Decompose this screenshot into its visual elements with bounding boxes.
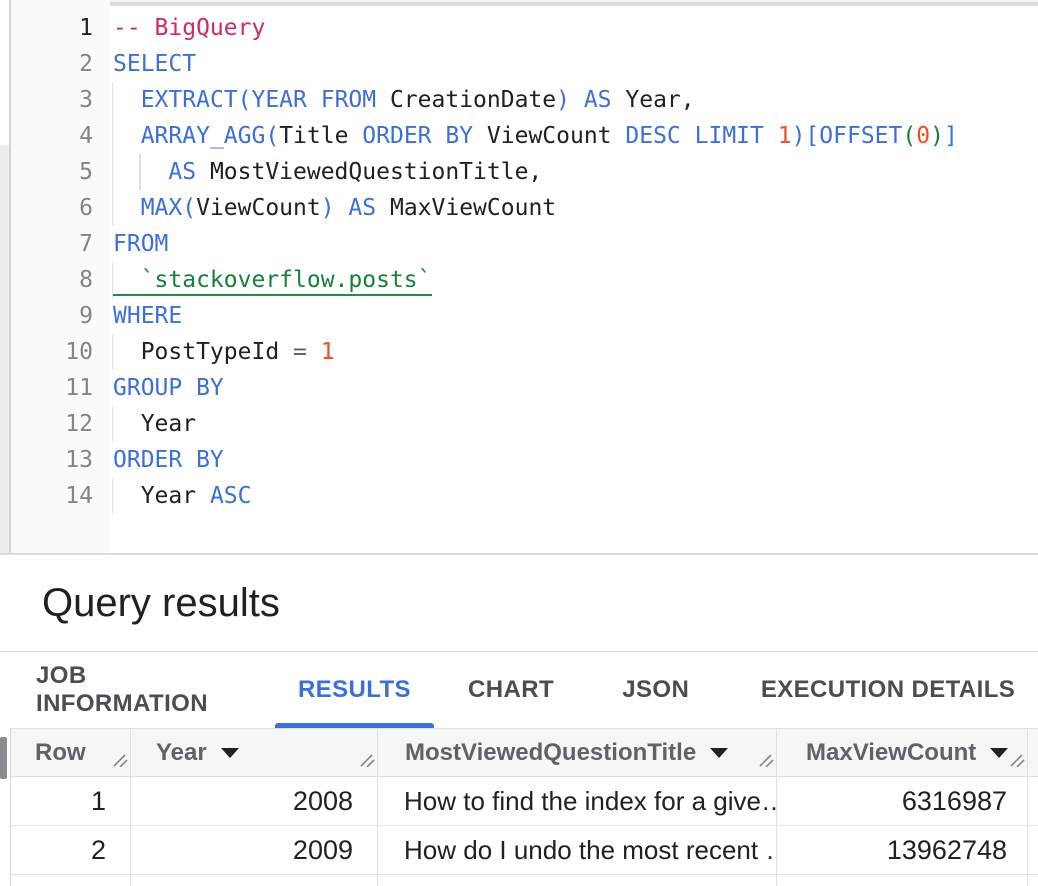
code-text: Year ASC — [111, 478, 251, 514]
tab-chart[interactable]: CHART — [458, 652, 565, 728]
column-resize-handle-icon[interactable] — [1010, 746, 1025, 774]
partial-row-cell — [1028, 875, 1038, 886]
tab-execution-details[interactable]: EXECUTION DETAILS — [738, 652, 1038, 728]
line-number: 3 — [11, 82, 93, 118]
column-dropdown-icon[interactable] — [221, 748, 239, 758]
column-header-label: Year — [156, 739, 207, 767]
code-text: Year — [111, 406, 196, 442]
tab-json[interactable]: JSON — [609, 652, 702, 728]
column-resize-handle-icon[interactable] — [360, 746, 375, 774]
table-column-extra — [1027, 728, 1038, 886]
results-scrollbar-thumb[interactable] — [0, 737, 7, 779]
column-header-Year[interactable]: Year — [131, 728, 377, 777]
cell-row2-extra — [1028, 826, 1038, 875]
code-text: ORDER BY — [111, 442, 224, 478]
code-text: EXTRACT(YEAR FROM CreationDate) AS Year, — [111, 82, 695, 118]
code-line-1[interactable]: -- BigQuery — [111, 10, 1038, 46]
code-line-10[interactable]: PostTypeId = 1 — [111, 334, 1038, 370]
partial-row-cell — [777, 875, 1027, 886]
bigquery-query-page: 1234567891011121314 -- BigQuerySELECT EX… — [0, 0, 1038, 886]
cell-row1-Row: 1 — [11, 777, 130, 826]
table-column-MostViewedQuestionTitle: MostViewedQuestionTitle How to find the i… — [377, 728, 776, 886]
column-header-Row[interactable]: Row — [11, 728, 130, 777]
code-line-9[interactable]: WHERE — [111, 298, 1038, 334]
line-number: 2 — [11, 46, 93, 82]
code-text: FROM — [111, 226, 168, 262]
cell-row2-MostViewedQuestionTitle: How do I undo the most recent … — [378, 826, 776, 875]
table-column-MaxViewCount: MaxViewCount 631698713962748 — [776, 728, 1027, 886]
tab-job-information[interactable]: JOB INFORMATION — [36, 652, 250, 728]
cell-row1-MostViewedQuestionTitle: How to find the index for a give… — [378, 777, 776, 826]
code-text: AS MostViewedQuestionTitle, — [111, 154, 542, 190]
cell-row2-MaxViewCount: 13962748 — [777, 826, 1027, 875]
line-number: 4 — [11, 118, 93, 154]
line-number: 6 — [11, 190, 93, 226]
tab-results[interactable]: RESULTS — [275, 652, 434, 728]
cell-row2-Year: 2009 — [131, 826, 377, 875]
column-dropdown-icon[interactable] — [990, 748, 1008, 758]
cell-row1-Year: 2008 — [131, 777, 377, 826]
results-title: Query results — [42, 555, 280, 651]
table-column-Row: Row 12 — [10, 728, 130, 886]
code-line-7[interactable]: FROM — [111, 226, 1038, 262]
column-dropdown-icon[interactable] — [710, 748, 728, 758]
code-text: PostTypeId = 1 — [111, 334, 335, 370]
code-line-11[interactable]: GROUP BY — [111, 370, 1038, 406]
tab-label: JSON — [622, 676, 689, 704]
tab-label: RESULTS — [298, 676, 411, 704]
tab-label: EXECUTION DETAILS — [761, 676, 1015, 704]
partial-row-cell — [11, 875, 130, 886]
line-number: 13 — [11, 442, 93, 478]
code-text: GROUP BY — [111, 370, 224, 406]
column-header-extra — [1028, 728, 1038, 777]
tab-label: JOB INFORMATION — [36, 662, 250, 718]
column-resize-handle-icon[interactable] — [759, 746, 774, 774]
sql-editor[interactable]: 1234567891011121314 -- BigQuerySELECT EX… — [0, 0, 1038, 553]
line-number: 8 — [11, 262, 93, 298]
line-number: 7 — [11, 226, 93, 262]
partial-row-cell — [131, 875, 377, 886]
code-line-14[interactable]: Year ASC — [111, 478, 1038, 514]
code-text: MAX(ViewCount) AS MaxViewCount — [111, 190, 556, 226]
cell-row1-extra — [1028, 777, 1038, 826]
code-text: `stackoverflow.posts` — [111, 262, 432, 298]
code-text: -- BigQuery — [111, 10, 265, 46]
column-header-label: MostViewedQuestionTitle — [405, 739, 696, 767]
editor-left-scrollbar-track[interactable] — [0, 145, 9, 553]
code-line-5[interactable]: AS MostViewedQuestionTitle, — [111, 154, 1038, 190]
column-resize-handle-icon[interactable] — [113, 746, 128, 774]
cell-row1-MaxViewCount: 6316987 — [777, 777, 1027, 826]
results-tabs: JOB INFORMATION RESULTS CHART JSON EXECUTION… — [0, 652, 1038, 728]
gutter-numbers: 1234567891011121314 — [11, 10, 93, 514]
line-number: 11 — [11, 370, 93, 406]
code-line-4[interactable]: ARRAY_AGG(Title ORDER BY ViewCount DESC … — [111, 118, 1038, 154]
code-line-3[interactable]: EXTRACT(YEAR FROM CreationDate) AS Year, — [111, 82, 1038, 118]
code-line-6[interactable]: MAX(ViewCount) AS MaxViewCount — [111, 190, 1038, 226]
column-header-label: Row — [35, 739, 86, 767]
code-lines[interactable]: -- BigQuerySELECT EXTRACT(YEAR FROM Crea… — [111, 10, 1038, 514]
code-line-12[interactable]: Year — [111, 406, 1038, 442]
line-number: 14 — [11, 478, 93, 514]
results-header: Query results — [0, 555, 1038, 651]
line-number: 1 — [11, 10, 93, 46]
code-text: ARRAY_AGG(Title ORDER BY ViewCount DESC … — [111, 118, 958, 154]
column-header-MostViewedQuestionTitle[interactable]: MostViewedQuestionTitle — [378, 728, 776, 777]
results-table: Row12Year20082009MostViewedQuestionTitle… — [0, 728, 1038, 886]
partial-row-cell — [378, 875, 776, 886]
line-number: 12 — [11, 406, 93, 442]
line-number: 10 — [11, 334, 93, 370]
column-header-MaxViewCount[interactable]: MaxViewCount — [777, 728, 1027, 777]
code-line-8[interactable]: `stackoverflow.posts` — [111, 262, 1038, 298]
column-header-label: MaxViewCount — [806, 739, 976, 767]
code-line-13[interactable]: ORDER BY — [111, 442, 1038, 478]
tab-label: CHART — [468, 676, 554, 704]
code-line-2[interactable]: SELECT — [111, 46, 1038, 82]
code-text: SELECT — [111, 46, 196, 82]
line-number: 5 — [11, 154, 93, 190]
table-column-Year: Year 20082009 — [130, 728, 377, 886]
code-text: WHERE — [111, 298, 182, 334]
line-number: 9 — [11, 298, 93, 334]
cell-row2-Row: 2 — [11, 826, 130, 875]
editor-top-strip — [10, 2, 1038, 6]
